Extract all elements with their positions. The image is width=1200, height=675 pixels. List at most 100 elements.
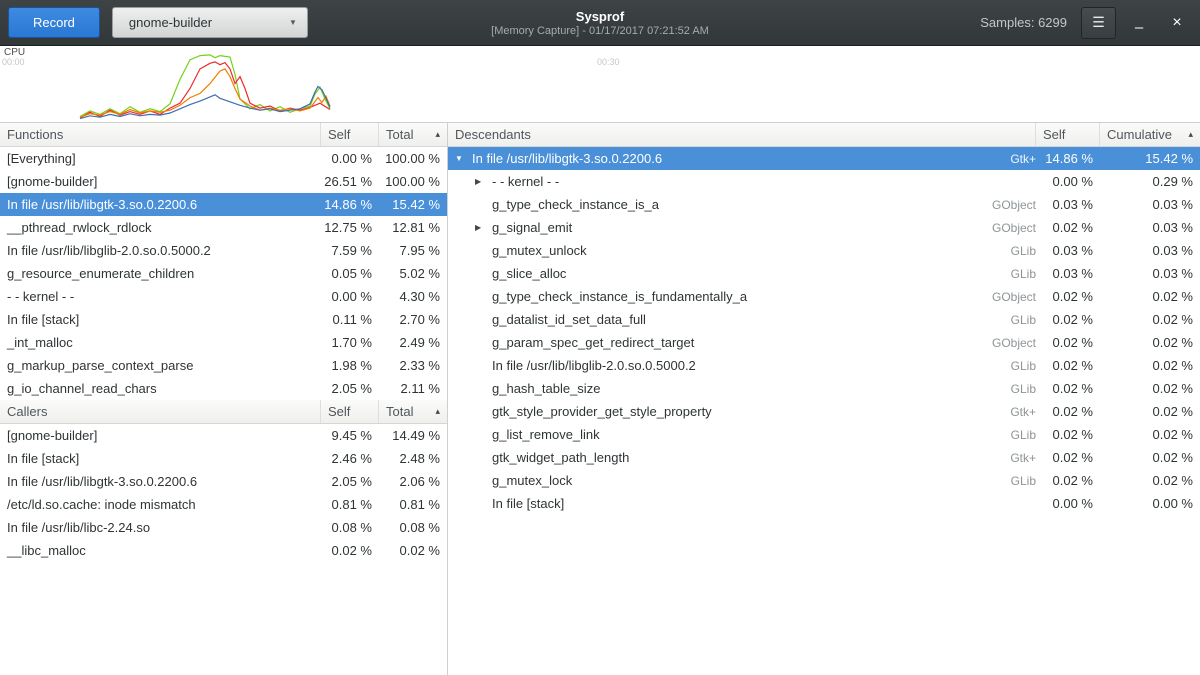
self-value: 0.02 % (1036, 220, 1100, 235)
function-name: g_mutex_unlock (492, 243, 587, 258)
function-name: - - kernel - - (0, 289, 321, 304)
cumulative-value: 0.02 % (1100, 473, 1200, 488)
self-value: 2.46 % (321, 451, 379, 466)
cumulative-value: 0.00 % (1100, 496, 1200, 511)
tree-name-cell: g_param_spec_get_redirect_target (448, 335, 966, 350)
column-header-cumulative[interactable]: Cumulative▴ (1100, 123, 1200, 146)
function-name: __pthread_rwlock_rdlock (0, 220, 321, 235)
self-value: 1.98 % (321, 358, 379, 373)
self-value: 12.75 % (321, 220, 379, 235)
table-row[interactable]: In file /usr/lib/libgtk-3.so.0.2200.62.0… (0, 470, 447, 493)
tree-row[interactable]: g_hash_table_sizeGLib0.02 %0.02 % (448, 377, 1200, 400)
descendants-table-header: Descendants Self Cumulative▴ (448, 123, 1200, 147)
function-name: /etc/ld.so.cache: inode mismatch (0, 497, 321, 512)
function-name: g_resource_enumerate_children (0, 266, 321, 281)
column-label: Functions (7, 127, 63, 142)
cumulative-value: 0.02 % (1100, 404, 1200, 419)
category-label: GObject (966, 336, 1036, 350)
tree-row[interactable]: g_type_check_instance_is_fundamentally_a… (448, 285, 1200, 308)
function-name: [Everything] (0, 151, 321, 166)
table-row[interactable]: - - kernel - -0.00 %4.30 % (0, 285, 447, 308)
table-row[interactable]: _int_malloc1.70 %2.49 % (0, 331, 447, 354)
cumulative-value: 0.02 % (1100, 335, 1200, 350)
self-value: 7.59 % (321, 243, 379, 258)
table-row[interactable]: In file [stack]0.11 %2.70 % (0, 308, 447, 331)
tree-row[interactable]: g_list_remove_linkGLib0.02 %0.02 % (448, 423, 1200, 446)
function-name: g_mutex_lock (492, 473, 572, 488)
tree-row[interactable]: gtk_style_provider_get_style_propertyGtk… (448, 400, 1200, 423)
function-name: gtk_style_provider_get_style_property (492, 404, 712, 419)
table-row[interactable]: __pthread_rwlock_rdlock12.75 %12.81 % (0, 216, 447, 239)
column-header-self[interactable]: Self (321, 400, 379, 423)
record-button[interactable]: Record (8, 7, 100, 38)
cumulative-value: 0.02 % (1100, 427, 1200, 442)
total-value: 2.11 % (379, 381, 447, 396)
column-header-descendants[interactable]: Descendants (448, 123, 1036, 146)
category-label: GObject (966, 198, 1036, 212)
expander-closed-icon[interactable]: ▶ (475, 177, 492, 186)
window-title: Sysprof [Memory Capture] - 01/17/2017 07… (491, 9, 709, 37)
self-value: 0.02 % (1036, 404, 1100, 419)
table-row[interactable]: In file /usr/lib/libglib-2.0.so.0.5000.2… (0, 239, 447, 262)
tree-name-cell: g_type_check_instance_is_fundamentally_a (448, 289, 966, 304)
menu-button[interactable]: ☰ (1081, 7, 1116, 39)
column-header-total[interactable]: Total▴ (379, 123, 447, 146)
table-row[interactable]: In file [stack]2.46 %2.48 % (0, 447, 447, 470)
tree-row[interactable]: In file /usr/lib/libglib-2.0.so.0.5000.2… (448, 354, 1200, 377)
total-value: 2.70 % (379, 312, 447, 327)
tree-row[interactable]: g_datalist_id_set_data_fullGLib0.02 %0.0… (448, 308, 1200, 331)
tree-row[interactable]: g_param_spec_get_redirect_targetGObject 0… (448, 331, 1200, 354)
tree-row[interactable]: In file [stack]0.00 %0.00 % (448, 492, 1200, 515)
column-label: Self (1043, 127, 1065, 142)
column-header-self[interactable]: Self (1036, 123, 1100, 146)
tree-name-cell: g_mutex_unlock (448, 243, 966, 258)
table-row[interactable]: [gnome-builder]26.51 %100.00 % (0, 170, 447, 193)
self-value: 14.86 % (321, 197, 379, 212)
cumulative-value: 0.02 % (1100, 312, 1200, 327)
column-header-total[interactable]: Total▴ (379, 400, 447, 423)
function-name: g_type_check_instance_is_a (492, 197, 659, 212)
column-header-functions[interactable]: Functions (0, 123, 321, 146)
table-row[interactable]: [Everything]0.00 %100.00 % (0, 147, 447, 170)
tree-row[interactable]: ▼In file /usr/lib/libgtk-3.so.0.2200.6Gt… (448, 147, 1200, 170)
callers-table: Callers Self Total▴ [gnome-builder]9.45 … (0, 400, 447, 562)
expander-open-icon[interactable]: ▼ (455, 154, 472, 163)
column-label: Total (386, 404, 413, 419)
table-row[interactable]: /etc/ld.so.cache: inode mismatch0.81 %0.… (0, 493, 447, 516)
minimize-button[interactable]: – (1124, 8, 1154, 38)
tree-name-cell: ▶- - kernel - - (448, 174, 966, 189)
table-row[interactable]: In file /usr/lib/libgtk-3.so.0.2200.614.… (0, 193, 447, 216)
tree-row[interactable]: g_mutex_lockGLib0.02 %0.02 % (448, 469, 1200, 492)
callers-table-header: Callers Self Total▴ (0, 400, 447, 424)
function-name: gtk_widget_path_length (492, 450, 629, 465)
total-value: 15.42 % (379, 197, 447, 212)
tree-row[interactable]: ▶g_signal_emitGObject0.02 %0.03 % (448, 216, 1200, 239)
table-row[interactable]: In file /usr/lib/libc-2.24.so0.08 %0.08 … (0, 516, 447, 539)
function-name: - - kernel - - (492, 174, 559, 189)
self-value: 0.00 % (321, 151, 379, 166)
category-label: GLib (966, 267, 1036, 281)
target-selector-dropdown[interactable]: gnome-builder ▼ (112, 7, 308, 38)
table-row[interactable]: __libc_malloc0.02 %0.02 % (0, 539, 447, 562)
function-name: [gnome-builder] (0, 428, 321, 443)
expander-closed-icon[interactable]: ▶ (475, 223, 492, 232)
tree-row[interactable]: g_mutex_unlockGLib0.03 %0.03 % (448, 239, 1200, 262)
column-header-callers[interactable]: Callers (0, 400, 321, 423)
total-value: 0.81 % (379, 497, 447, 512)
tree-row[interactable]: ▶- - kernel - -0.00 %0.29 % (448, 170, 1200, 193)
function-name: g_list_remove_link (492, 427, 600, 442)
tree-name-cell: In file [stack] (448, 496, 966, 511)
tree-row[interactable]: g_type_check_instance_is_aGObject0.03 %0… (448, 193, 1200, 216)
function-name: In file /usr/lib/libglib-2.0.so.0.5000.2 (0, 243, 321, 258)
column-header-self[interactable]: Self (321, 123, 379, 146)
cpu-graph[interactable]: CPU 00:00 00:30 (0, 46, 1200, 123)
tree-row[interactable]: g_slice_allocGLib0.03 %0.03 % (448, 262, 1200, 285)
table-row[interactable]: g_io_channel_read_chars2.05 %2.11 % (0, 377, 447, 400)
table-row[interactable]: g_resource_enumerate_children0.05 %5.02 … (0, 262, 447, 285)
tree-name-cell: ▶g_signal_emit (448, 220, 966, 235)
cumulative-value: 0.03 % (1100, 243, 1200, 258)
tree-row[interactable]: gtk_widget_path_lengthGtk+0.02 %0.02 % (448, 446, 1200, 469)
table-row[interactable]: [gnome-builder]9.45 %14.49 % (0, 424, 447, 447)
table-row[interactable]: g_markup_parse_context_parse1.98 %2.33 % (0, 354, 447, 377)
close-button[interactable]: × (1162, 8, 1192, 38)
